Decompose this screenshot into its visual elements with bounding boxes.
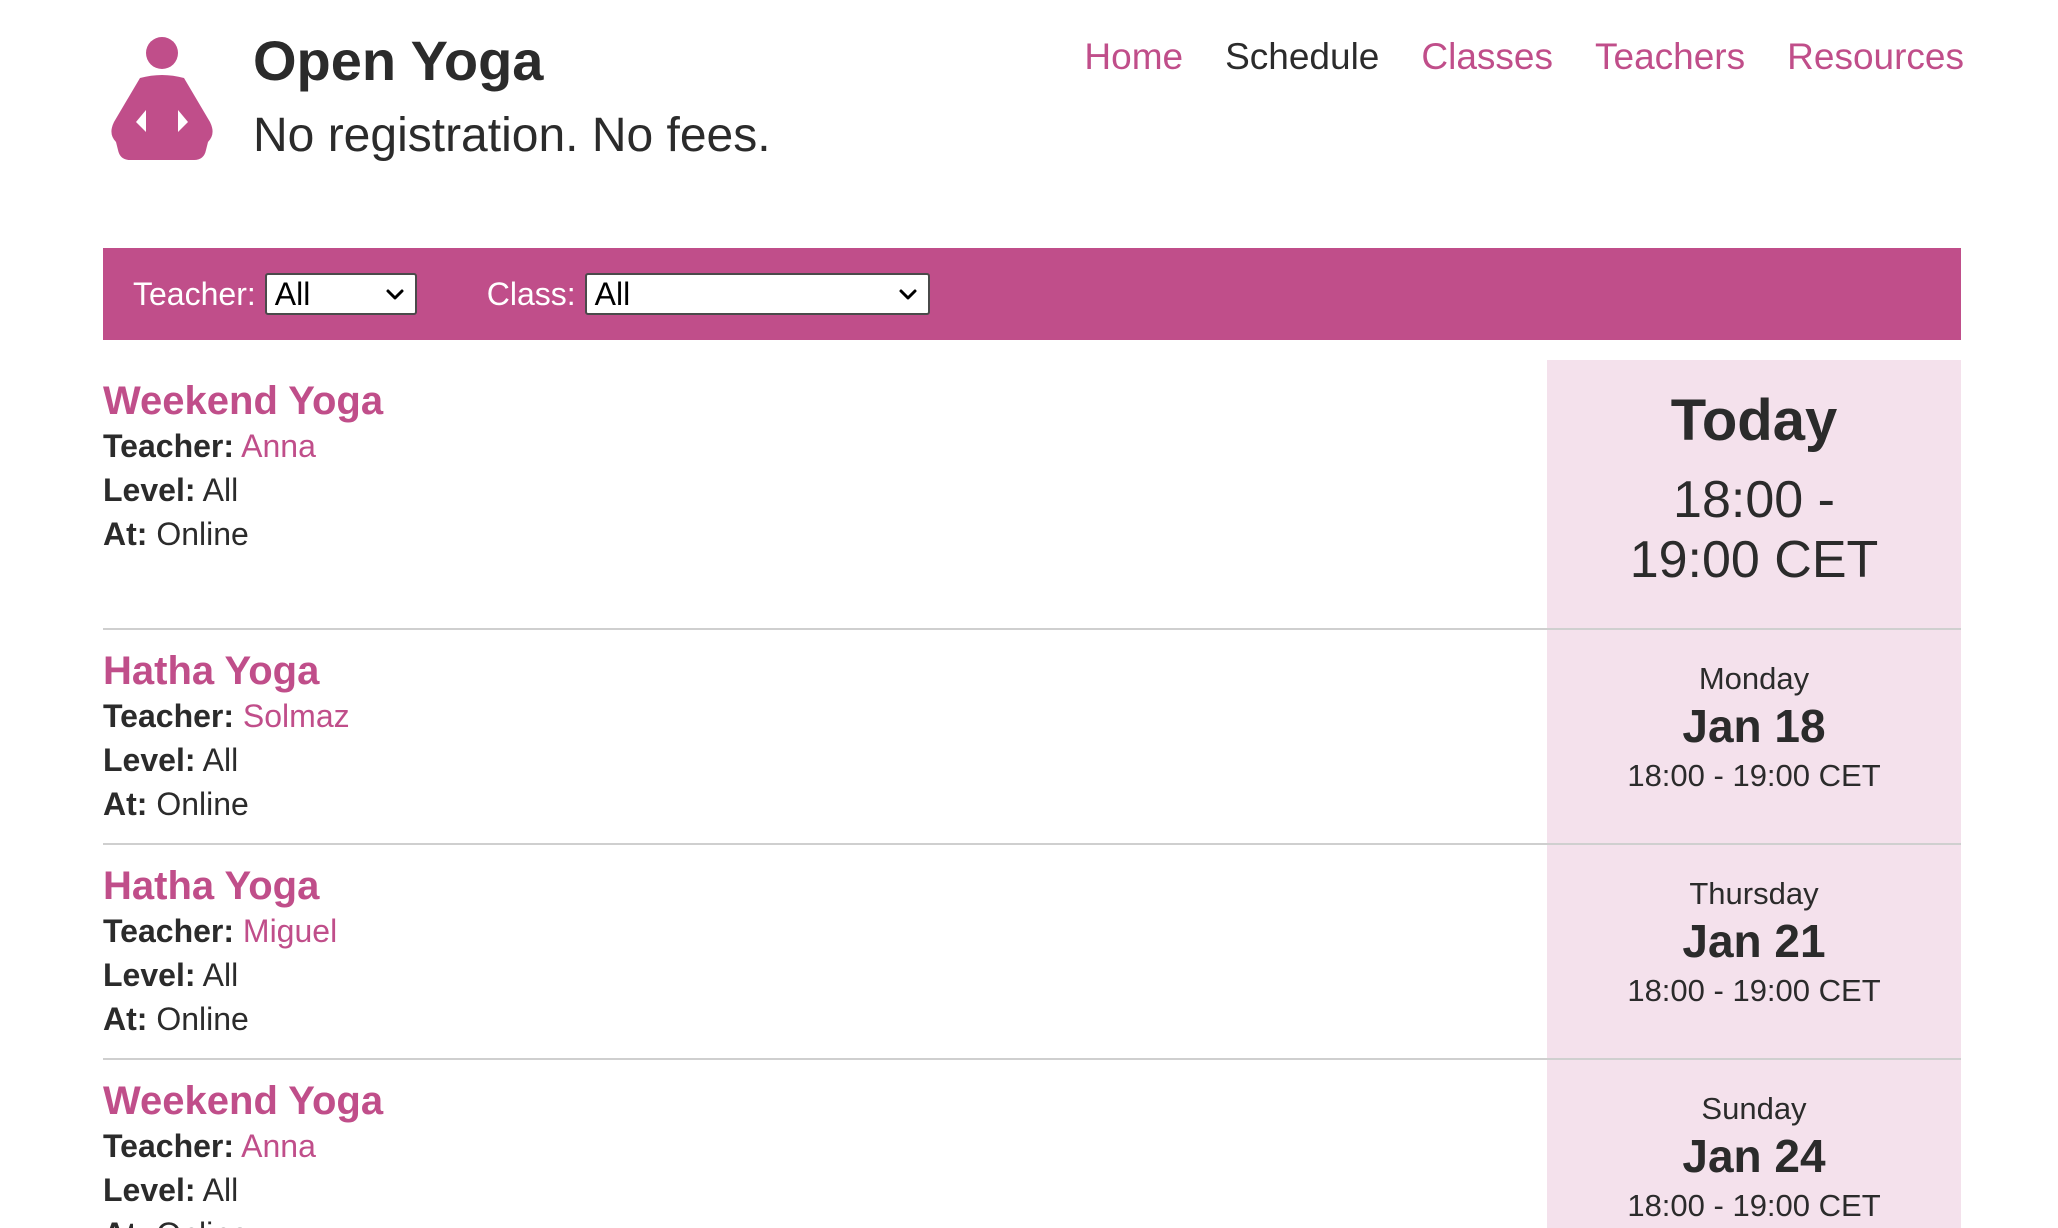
nav-home[interactable]: Home xyxy=(1084,36,1183,78)
location-line: At: Online xyxy=(103,782,1547,826)
teacher-filter-value: All xyxy=(274,275,311,312)
filter-bar: Teacher: All Class: All xyxy=(103,248,1961,340)
class-filter-label: Class: xyxy=(486,275,576,312)
schedule-list: Weekend Yoga Teacher: Anna Level: All At… xyxy=(103,360,1961,1228)
teacher-filter-select[interactable]: All xyxy=(264,273,417,315)
nav-classes[interactable]: Classes xyxy=(1421,36,1553,78)
session-time: 18:00 - 19:00 CET xyxy=(1627,1188,1881,1223)
class-info: Weekend Yoga Teacher: Anna Level: All At… xyxy=(103,360,1547,628)
site-title[interactable]: Open Yoga xyxy=(253,28,543,93)
teacher-line: Teacher: Anna xyxy=(103,1124,1547,1168)
at-label: At: xyxy=(103,1216,147,1228)
teacher-line: Teacher: Solmaz xyxy=(103,694,1547,738)
session-weekday: Thursday xyxy=(1689,876,1819,911)
teacher-link[interactable]: Anna xyxy=(241,1128,316,1164)
class-name-link[interactable]: Weekend Yoga xyxy=(103,378,1547,424)
teacher-label: Teacher: xyxy=(103,428,235,464)
level-line: Level: All xyxy=(103,468,1547,512)
schedule-row: Hatha Yoga Teacher: Solmaz Level: All At… xyxy=(103,630,1961,845)
session-time-panel: Sunday Jan 24 18:00 - 19:00 CET xyxy=(1547,1060,1961,1228)
session-weekday: Sunday xyxy=(1701,1091,1807,1126)
session-time: 18:00 - 19:00 CET xyxy=(1627,758,1881,793)
session-time-panel: Thursday Jan 21 18:00 - 19:00 CET xyxy=(1547,845,1961,1058)
session-time: 18:00 - 19:00 CET xyxy=(1629,471,1879,589)
location-line: At: Online xyxy=(103,997,1547,1041)
location-value: Online xyxy=(156,1001,249,1037)
schedule-row: Hatha Yoga Teacher: Miguel Level: All At… xyxy=(103,845,1961,1060)
level-label: Level: xyxy=(103,957,196,993)
teacher-link[interactable]: Miguel xyxy=(243,913,337,949)
nav-resources[interactable]: Resources xyxy=(1787,36,1964,78)
level-value: All xyxy=(202,957,239,993)
location-value: Online xyxy=(156,1216,249,1228)
site-header: Open Yoga No registration. No fees. Home… xyxy=(0,0,2058,230)
session-time-panel: Today 18:00 - 19:00 CET xyxy=(1547,360,1961,628)
level-value: All xyxy=(202,1172,239,1208)
location-line: At: Online xyxy=(103,1212,1547,1228)
session-time-panel: Monday Jan 18 18:00 - 19:00 CET xyxy=(1547,630,1961,843)
nav-teachers[interactable]: Teachers xyxy=(1595,36,1745,78)
teacher-line: Teacher: Miguel xyxy=(103,909,1547,953)
session-date: Jan 18 xyxy=(1682,700,1826,752)
level-label: Level: xyxy=(103,472,196,508)
today-heading: Today xyxy=(1670,388,1838,453)
class-name-link[interactable]: Hatha Yoga xyxy=(103,648,1547,694)
teacher-link[interactable]: Anna xyxy=(241,428,316,464)
at-label: At: xyxy=(103,786,148,822)
chevron-down-icon xyxy=(386,289,404,300)
teacher-filter-label: Teacher: xyxy=(133,275,256,312)
nav-schedule[interactable]: Schedule xyxy=(1225,36,1379,78)
level-value: All xyxy=(202,472,239,508)
teacher-line: Teacher: Anna xyxy=(103,424,1547,468)
class-name-link[interactable]: Weekend Yoga xyxy=(103,1078,1547,1124)
meditating-person-logo-icon[interactable] xyxy=(110,36,214,160)
site-tagline: No registration. No fees. xyxy=(253,109,771,162)
chevron-down-icon xyxy=(899,289,917,300)
teacher-link[interactable]: Solmaz xyxy=(243,698,350,734)
schedule-row: Weekend Yoga Teacher: Anna Level: All At… xyxy=(103,360,1961,630)
teacher-label: Teacher: xyxy=(103,698,235,734)
schedule-row: Weekend Yoga Teacher: Anna Level: All At… xyxy=(103,1060,1961,1228)
class-info: Hatha Yoga Teacher: Solmaz Level: All At… xyxy=(103,630,1547,843)
session-date: Jan 21 xyxy=(1682,915,1826,967)
teacher-label: Teacher: xyxy=(103,1128,235,1164)
level-label: Level: xyxy=(103,742,196,778)
teacher-label: Teacher: xyxy=(103,913,235,949)
level-line: Level: All xyxy=(103,1168,1547,1212)
location-value: Online xyxy=(156,786,249,822)
location-line: At: Online xyxy=(103,512,1547,556)
class-filter-value: All xyxy=(594,275,631,312)
level-value: All xyxy=(202,742,239,778)
class-info: Weekend Yoga Teacher: Anna Level: All At… xyxy=(103,1060,1547,1228)
level-line: Level: All xyxy=(103,738,1547,782)
session-time: 18:00 - 19:00 CET xyxy=(1627,973,1881,1008)
session-weekday: Monday xyxy=(1698,661,1810,696)
level-line: Level: All xyxy=(103,953,1547,997)
class-filter-select[interactable]: All xyxy=(584,273,930,315)
level-label: Level: xyxy=(103,1172,196,1208)
main-nav: Home Schedule Classes Teachers Resources xyxy=(1042,36,1964,78)
class-name-link[interactable]: Hatha Yoga xyxy=(103,863,1547,909)
at-label: At: xyxy=(103,1001,148,1037)
location-value: Online xyxy=(156,516,249,552)
session-date: Jan 24 xyxy=(1682,1130,1826,1182)
at-label: At: xyxy=(103,516,148,552)
class-info: Hatha Yoga Teacher: Miguel Level: All At… xyxy=(103,845,1547,1058)
